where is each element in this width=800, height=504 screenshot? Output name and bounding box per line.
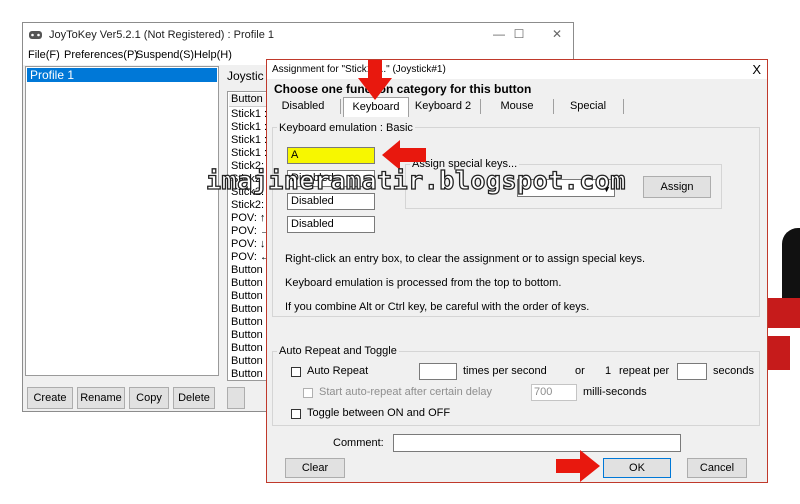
clear-button[interactable]: Clear — [285, 458, 345, 478]
list-item[interactable]: Stick1 : — [231, 108, 267, 120]
tab-keyboard-2[interactable]: Keyboard 2 — [410, 97, 476, 116]
list-item[interactable]: Stick2: — [231, 199, 264, 211]
tab-separator — [340, 99, 341, 114]
key-entry-1[interactable]: A — [287, 147, 375, 164]
tab-special[interactable]: Special — [557, 97, 619, 116]
cancel-button[interactable]: Cancel — [687, 458, 747, 478]
tab-disabled[interactable]: Disabled — [273, 97, 333, 116]
comment-label: Comment: — [333, 437, 384, 449]
comment-input[interactable] — [393, 434, 681, 452]
background-decoration — [768, 298, 800, 328]
repeat-seconds-input[interactable] — [677, 363, 707, 380]
auto-repeat-label: Auto Repeat — [307, 365, 369, 377]
tab-separator — [623, 99, 624, 114]
start-delay-label: Start auto-repeat after certain delay — [319, 386, 493, 398]
joytokey-app-icon — [29, 31, 42, 39]
toggle-checkbox[interactable] — [291, 409, 301, 419]
menu-preferences[interactable]: Preferences(P) — [64, 49, 138, 61]
auto-repeat-group-label: Auto Repeat and Toggle — [277, 345, 399, 357]
create-profile-button[interactable]: Create — [27, 387, 73, 409]
help-text-line: If you combine Alt or Ctrl key, be caref… — [285, 301, 590, 313]
tab-keyboard[interactable]: Keyboard — [343, 97, 409, 117]
key-entry-3[interactable]: Disabled — [287, 193, 375, 210]
main-window-title: JoyToKey Ver5.2.1 (Not Registered) : Pro… — [49, 29, 274, 41]
list-item[interactable]: Button — [231, 277, 263, 289]
close-icon[interactable]: X — [752, 62, 761, 77]
maximize-icon[interactable]: ☐ — [511, 27, 527, 41]
times-per-second-input[interactable] — [419, 363, 457, 380]
main-title-bar: JoyToKey Ver5.2.1 (Not Registered) : Pro… — [23, 23, 573, 47]
list-item[interactable]: Stick1 : — [231, 134, 267, 146]
list-item[interactable]: Button — [231, 355, 263, 367]
repeat-per-label: repeat per — [619, 365, 670, 377]
button-column-header: Button — [229, 93, 268, 107]
copy-profile-button[interactable]: Copy — [129, 387, 169, 409]
times-per-second-label: times per second — [463, 365, 547, 377]
delay-input[interactable]: 700 — [531, 384, 577, 401]
menu-help[interactable]: Help(H) — [194, 49, 232, 61]
button-column-header-label: Button — [231, 93, 263, 105]
start-delay-checkbox[interactable] — [303, 388, 313, 398]
category-heading: Choose one function category for this bu… — [274, 82, 532, 96]
list-item[interactable]: Button — [231, 303, 263, 315]
list-item[interactable]: POV: ↑ — [231, 212, 265, 224]
arrow-down-icon — [358, 60, 392, 100]
arrow-right-icon — [556, 450, 600, 482]
rename-profile-button[interactable]: Rename — [77, 387, 125, 409]
minimize-icon[interactable]: — — [491, 27, 507, 41]
seconds-label: seconds — [713, 365, 754, 377]
menu-suspend[interactable]: Suspend(S) — [136, 49, 194, 61]
list-item[interactable]: POV: ← — [231, 251, 268, 263]
list-item[interactable]: Button — [231, 290, 263, 302]
background-decoration — [768, 336, 790, 370]
list-item[interactable]: Button — [231, 316, 263, 328]
assignment-dialog: Assignment for "Stick1: ..." (Joystick#1… — [266, 59, 768, 483]
tab-joystick[interactable]: Joystic — [227, 69, 264, 83]
button-assignment-list[interactable]: Button Stick1 : Stick1 : Stick1 : Stick1… — [227, 91, 269, 381]
watermark-text: imajineramatir.blogspot.com — [205, 165, 626, 195]
list-item[interactable]: POV: → — [231, 225, 268, 237]
delete-profile-button[interactable]: Delete — [173, 387, 215, 409]
partial-button[interactable] — [227, 387, 245, 409]
toggle-label: Toggle between ON and OFF — [307, 407, 451, 419]
list-item[interactable]: POV: ↓ — [231, 238, 265, 250]
or-label: or — [575, 365, 585, 377]
keyboard-emulation-label: Keyboard emulation : Basic — [277, 122, 415, 134]
tab-separator — [553, 99, 554, 114]
profile-list-item[interactable]: Profile 1 — [27, 68, 217, 82]
list-item[interactable]: Stick1 : — [231, 121, 267, 133]
menu-file[interactable]: File(F) — [28, 49, 60, 61]
tab-separator — [480, 99, 481, 114]
help-text-line: Keyboard emulation is processed from the… — [285, 277, 562, 289]
ok-button[interactable]: OK — [603, 458, 671, 478]
profile-list[interactable]: Profile 1 — [25, 66, 219, 376]
list-item[interactable]: Button — [231, 368, 263, 380]
assign-button[interactable]: Assign — [643, 176, 711, 198]
one-label: 1 — [605, 365, 612, 377]
dialog-title-bar: Assignment for "Stick1: ..." (Joystick#1… — [267, 60, 767, 79]
list-item[interactable]: Button — [231, 329, 263, 341]
tab-mouse[interactable]: Mouse — [485, 97, 549, 116]
milliseconds-label: milli-seconds — [583, 386, 647, 398]
list-item[interactable]: Button — [231, 342, 263, 354]
help-text-line: Right-click an entry box, to clear the a… — [285, 253, 646, 265]
key-entry-4[interactable]: Disabled — [287, 216, 375, 233]
close-icon[interactable]: ✕ — [549, 27, 565, 41]
list-item[interactable]: Button — [231, 264, 263, 276]
list-item[interactable]: Stick1 : — [231, 147, 267, 159]
auto-repeat-checkbox[interactable] — [291, 367, 301, 377]
